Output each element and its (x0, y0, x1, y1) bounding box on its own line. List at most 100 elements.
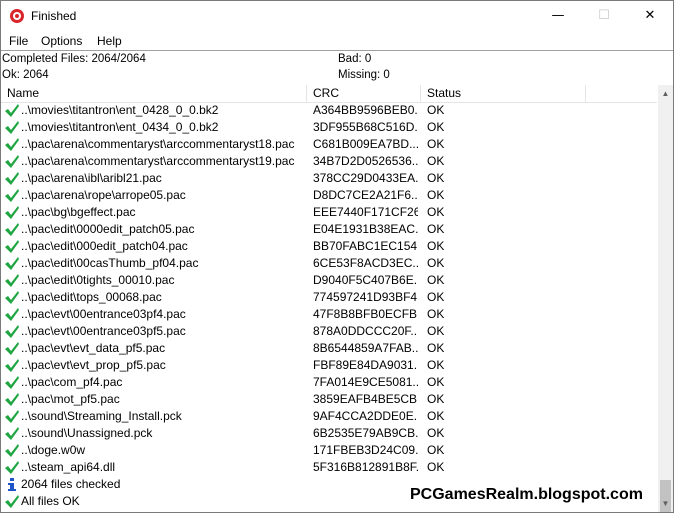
file-name-cell: ..\pac\evt\00entrance03pf4.pac (21, 307, 186, 321)
file-name-cell: ..\doge.w0w (21, 443, 86, 457)
file-name-cell: ..\sound\Unassigned.pck (21, 426, 153, 440)
check-icon (5, 155, 19, 168)
list-item[interactable]: ..\sound\Streaming_Install.pck 9AF4CCA2DD… (1, 408, 657, 425)
main-window: Finished — ☐ ✕ File Options Help Complet… (0, 0, 674, 513)
list-item[interactable]: ..\pac\arena\commentaryst\arccommentarys… (1, 153, 657, 170)
list-item[interactable]: ..\pac\arena\commentaryst\arccommentarys… (1, 136, 657, 153)
status-cell: OK (427, 188, 445, 202)
menu-help[interactable]: Help (97, 34, 122, 48)
list-item[interactable]: ..\pac\arena\rope\arrope05.pac D8DC7CE2A2… (1, 187, 657, 204)
column-header-crc[interactable]: CRC (307, 85, 421, 102)
status-cell: OK (427, 273, 445, 287)
status-cell: OK (427, 239, 445, 253)
scroll-up-arrow[interactable]: ▲ (658, 85, 673, 102)
maximize-button[interactable]: ☐ (581, 1, 627, 31)
crc-cell: 3859EAFB4BE5CB... (313, 392, 418, 406)
file-name-cell: ..\pac\arena\ibl\aribl21.pac (21, 171, 162, 185)
check-icon (5, 461, 19, 474)
list-item[interactable]: ..\pac\evt\evt_data_pf5.pac 8B6544859A7FA… (1, 340, 657, 357)
status-cell: OK (427, 375, 445, 389)
completed-files-label: Completed Files: 2064/2064 (2, 53, 146, 65)
status-cell: OK (427, 120, 445, 134)
list-item[interactable]: ..\pac\edit\0000edit_patch05.pac E04E1931… (1, 221, 657, 238)
file-name-cell: ..\pac\evt\evt_prop_pf5.pac (21, 358, 166, 372)
status-cell: OK (427, 426, 445, 440)
minimize-button[interactable]: — (535, 1, 581, 31)
check-icon (5, 240, 19, 253)
list-item[interactable]: ..\pac\com_pf4.pac 7FA014E9CE5081... OK (1, 374, 657, 391)
check-icon (5, 121, 19, 134)
crc-cell: A364BB9596BEB0... (313, 103, 418, 117)
menu-options[interactable]: Options (41, 34, 82, 48)
list-item[interactable]: ..\pac\evt\evt_prop_pf5.pac FBF89E84DA903… (1, 357, 657, 374)
check-icon (5, 444, 19, 457)
list-item[interactable]: ..\pac\evt\00entrance03pf5.pac 878A0DDCCC… (1, 323, 657, 340)
crc-cell: 8B6544859A7FAB... (313, 341, 418, 355)
status-cell: OK (427, 103, 445, 117)
title-bar[interactable]: Finished — ☐ ✕ (1, 1, 673, 31)
results-list[interactable]: Name CRC Status ..\movies\titantron\ent_… (1, 85, 657, 512)
file-name-cell: ..\steam_api64.dll (21, 460, 116, 474)
check-icon (5, 359, 19, 372)
file-name-cell: ..\pac\com_pf4.pac (21, 375, 123, 389)
list-item[interactable]: ..\doge.w0w 171FBEB3D24C09... OK (1, 442, 657, 459)
list-item[interactable]: ..\pac\edit\00casThumb_pf04.pac 6CE53F8AC… (1, 255, 657, 272)
list-rows: ..\movies\titantron\ent_0428_0_0.bk2 A364… (1, 102, 657, 510)
status-cell: OK (427, 290, 445, 304)
crc-cell: 878A0DDCCC20F... (313, 324, 418, 338)
status-cell: OK (427, 409, 445, 423)
list-item[interactable]: ..\pac\mot_pf5.pac 3859EAFB4BE5CB... OK (1, 391, 657, 408)
crc-cell: 7FA014E9CE5081... (313, 375, 418, 389)
menu-file[interactable]: File (9, 34, 28, 48)
crc-cell: 378CC29D0433EA... (313, 171, 418, 185)
crc-cell: FBF89E84DA9031... (313, 358, 418, 372)
file-name-cell: ..\pac\evt\evt_data_pf5.pac (21, 341, 166, 355)
file-name-cell: ..\pac\edit\000edit_patch04.pac (21, 239, 188, 253)
ok-count-label: Ok: 2064 (2, 69, 49, 81)
check-icon (5, 342, 19, 355)
column-header-status[interactable]: Status (421, 85, 586, 102)
column-header-name[interactable]: Name (1, 85, 307, 102)
status-cell: OK (427, 205, 445, 219)
check-icon (5, 189, 19, 202)
file-name-cell: ..\pac\mot_pf5.pac (21, 392, 120, 406)
watermark-text: PCGamesRealm.blogspot.com (410, 486, 643, 503)
status-cell: OK (427, 460, 445, 474)
info-icon (8, 478, 16, 491)
status-cell: OK (427, 358, 445, 372)
crc-cell: 6B2535E79AB9CB... (313, 426, 418, 440)
list-item[interactable]: ..\sound\Unassigned.pck 6B2535E79AB9CB...… (1, 425, 657, 442)
file-name-cell: ..\pac\edit\00casThumb_pf04.pac (21, 256, 199, 270)
file-name-cell: All files OK (21, 494, 80, 508)
crc-cell (313, 476, 418, 493)
missing-count-label: Missing: 0 (338, 69, 390, 81)
menu-divider (1, 50, 673, 51)
status-cell: OK (427, 392, 445, 406)
status-cell: OK (427, 137, 445, 151)
file-name-cell: ..\movies\titantron\ent_0434_0_0.bk2 (21, 120, 219, 134)
list-item[interactable]: ..\pac\edit\000edit_patch04.pac BB70FABC1… (1, 238, 657, 255)
check-icon (5, 393, 19, 406)
file-name-cell: ..\pac\edit\0000edit_patch05.pac (21, 222, 195, 236)
crc-cell: 3DF955B68C516D... (313, 120, 418, 134)
list-item[interactable]: ..\movies\titantron\ent_0434_0_0.bk2 3DF9… (1, 119, 657, 136)
list-item[interactable]: ..\movies\titantron\ent_0428_0_0.bk2 A364… (1, 102, 657, 119)
window-title: Finished (31, 9, 77, 23)
list-item[interactable]: ..\steam_api64.dll 5F316B812891B8F... OK (1, 459, 657, 476)
check-icon (5, 138, 19, 151)
close-button[interactable]: ✕ (627, 1, 673, 31)
status-cell: OK (427, 154, 445, 168)
app-lifebuoy-icon (10, 9, 24, 23)
list-item[interactable]: ..\pac\evt\00entrance03pf4.pac 47F8B8BFB0… (1, 306, 657, 323)
crc-cell: 171FBEB3D24C09... (313, 443, 418, 457)
crc-cell: D9040F5C407B6E... (313, 273, 418, 287)
check-icon (5, 104, 19, 117)
list-item[interactable]: ..\pac\edit\0tights_00010.pac D9040F5C407… (1, 272, 657, 289)
check-icon (5, 172, 19, 185)
scroll-down-arrow[interactable]: ▼ (658, 495, 673, 512)
check-icon (5, 325, 19, 338)
list-item[interactable]: ..\pac\bg\bgeffect.pac EEE7440F171CF26...… (1, 204, 657, 221)
vertical-scrollbar[interactable]: ▲ ▼ (658, 85, 673, 512)
list-item[interactable]: ..\pac\edit\tops_00068.pac 774597241D93BF… (1, 289, 657, 306)
list-item[interactable]: ..\pac\arena\ibl\aribl21.pac 378CC29D0433… (1, 170, 657, 187)
